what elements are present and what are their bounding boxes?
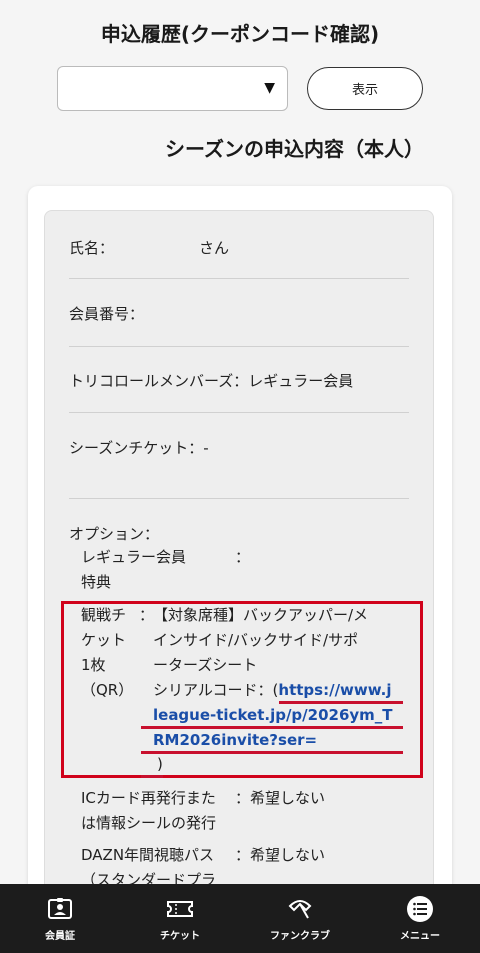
member-no-label: 会員番号： — [69, 305, 145, 323]
divider — [69, 346, 409, 347]
ticket-label-4: （QR） — [81, 681, 134, 699]
regular-colon: ： — [235, 548, 251, 566]
fanclub-icon — [286, 895, 314, 923]
ic-label-1: ICカード再発行また — [81, 789, 216, 807]
season-ticket-label: シーズンチケット： — [69, 439, 204, 457]
show-button[interactable]: 表示 — [307, 67, 423, 110]
link-underline — [141, 751, 403, 754]
history-select[interactable]: ▼ — [57, 66, 288, 111]
season-ticket-value: - — [203, 439, 209, 457]
ticket-icon — [166, 895, 194, 923]
nav-label: 会員証 — [45, 931, 75, 942]
ticket-line-4: シリアルコード：(https://www.j — [153, 678, 392, 703]
regular-label-1: レギュラー会員 — [81, 548, 187, 566]
tricolore-label: トリコロールメンバーズ： — [69, 372, 249, 390]
nav-member-card[interactable]: 会員証 — [0, 884, 120, 953]
ticket-label-3: 1枚 — [81, 656, 106, 674]
nav-label: ファンクラブ — [270, 931, 330, 942]
ic-value: ：希望しない — [235, 789, 326, 807]
divider — [69, 412, 409, 413]
ticket-line-3: ーターズシート — [153, 656, 258, 674]
chevron-down-icon: ▼ — [264, 80, 275, 96]
details-panel: 氏名： さん 会員番号： トリコロールメンバーズ：レギュラー会員 シーズンチケッ… — [44, 210, 434, 906]
nav-ticket[interactable]: チケット — [120, 884, 240, 953]
menu-icon — [406, 895, 434, 923]
link-underline — [279, 701, 403, 704]
dazn-label-1: DAZN年間視聴パス — [81, 846, 215, 864]
dazn-value: ：希望しない — [235, 846, 326, 864]
season-ticket-row: シーズンチケット：- — [69, 437, 209, 458]
tricolore-row: トリコロールメンバーズ：レギュラー会員 — [69, 370, 353, 391]
ticket-colon: ： — [139, 606, 155, 624]
divider — [69, 498, 409, 499]
ticket-line-2: インサイド/バックサイド/サポ — [153, 631, 359, 649]
name-row: 氏名： さん — [69, 237, 229, 258]
section-title: シーズンの申込内容（本人） — [165, 137, 424, 161]
bottom-nav: 会員証 チケット ファンクラブ メニュー — [0, 884, 480, 953]
divider — [69, 278, 409, 279]
nav-label: チケット — [160, 931, 200, 942]
link-underline — [141, 726, 403, 729]
page-title: 申込履歴(クーポンコード確認) — [100, 22, 380, 46]
serial-link-part-2[interactable]: league-ticket.jp/p/2026ym_T — [153, 703, 393, 728]
name-value: さん — [199, 239, 230, 257]
ticket-line-close: ) — [157, 755, 163, 773]
ticket-line-1: 【対象席種】バックアッパー/メ — [153, 606, 369, 624]
serial-link-part-3[interactable]: RM2026invite?ser= — [153, 728, 317, 753]
ticket-label-2: ケット — [81, 631, 127, 649]
link-underline — [141, 775, 163, 778]
nav-menu[interactable]: メニュー — [360, 884, 480, 953]
member-card-icon — [46, 895, 74, 923]
ticket-label-1: 観戦チ — [81, 606, 127, 624]
nav-label: メニュー — [400, 931, 440, 942]
option-label: オプション： — [69, 525, 160, 543]
nav-fanclub[interactable]: ファンクラブ — [240, 884, 360, 953]
regular-label-2: 特典 — [81, 573, 112, 591]
name-label: 氏名： — [69, 239, 115, 257]
tricolore-value: レギュラー会員 — [248, 372, 354, 390]
serial-code-label: シリアルコード：( — [153, 681, 279, 699]
ic-label-2: は情報シールの発行 — [81, 814, 217, 832]
details-card: 氏名： さん 会員番号： トリコロールメンバーズ：レギュラー会員 シーズンチケッ… — [28, 186, 452, 906]
serial-link-part-1[interactable]: https://www.j — [278, 681, 391, 699]
